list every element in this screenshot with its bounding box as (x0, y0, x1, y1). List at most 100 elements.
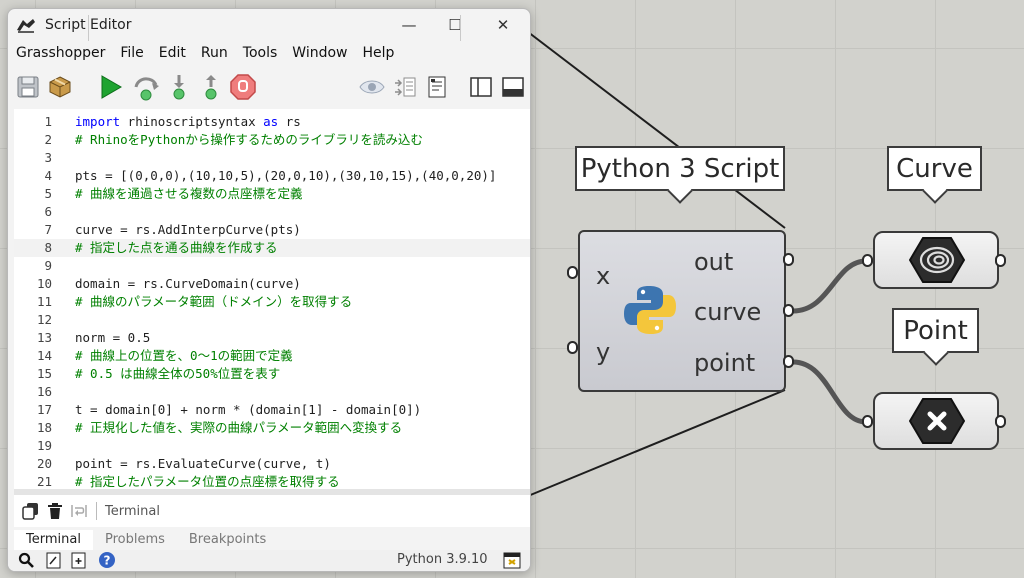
save-button[interactable] (14, 67, 42, 107)
edit-document-icon[interactable] (46, 552, 61, 569)
search-icon[interactable] (18, 552, 35, 569)
output-port-out[interactable] (783, 253, 794, 266)
run-button[interactable] (96, 67, 126, 107)
code-line[interactable]: 6 (14, 203, 530, 221)
line-number: 19 (36, 438, 52, 453)
code-editor[interactable]: 1 import rhinoscriptsyntax as rs 2 # Rhinoを… (14, 109, 530, 489)
point-param-input-port[interactable] (862, 415, 873, 428)
terminal-label: Terminal (105, 503, 160, 519)
python-script-component[interactable]: x y out curve point (578, 230, 786, 392)
code-line[interactable]: 20 point = rs.EvaluateCurve(curve, t) (14, 455, 530, 473)
code-comment: # 曲線を通過させる複数の点座標を定義 (75, 186, 303, 201)
output-port-curve[interactable] (783, 304, 794, 317)
layout-grid-icon[interactable] (503, 552, 521, 569)
trash-icon[interactable] (46, 502, 64, 520)
script-balloon: Python 3 Script (575, 146, 785, 204)
code-text: # 曲線を通過させる複数の点座標を定義 (75, 185, 303, 203)
code-text: import rhinoscriptsyntax as rs (75, 113, 301, 131)
curve-param[interactable] (873, 231, 999, 289)
line-number: 3 (44, 150, 52, 165)
menu-file[interactable]: File (112, 43, 150, 65)
toggle-bottom-panel-button[interactable] (498, 67, 528, 107)
tab-problems[interactable]: Problems (93, 530, 177, 550)
code-comment: # RhinoをPythonから操作するためのライブラリを読み込む (75, 132, 423, 147)
code-line[interactable]: 7 curve = rs.AddInterpCurve(pts) (14, 221, 530, 239)
code-comment: # 正規化した値を、実際の曲線パラメータ範囲へ変換する (75, 420, 403, 435)
code-statement: domain = rs.CurveDomain(curve) (75, 276, 301, 291)
menu-help[interactable]: Help (354, 43, 401, 65)
code-line[interactable]: 8 # 指定した点を通る曲線を作成する (14, 239, 530, 257)
code-line[interactable]: 11 # 曲線のパラメータ範囲（ドメイン）を取得する (14, 293, 530, 311)
package-button[interactable] (46, 67, 74, 107)
code-line[interactable]: 17 t = domain[0] + norm * (domain[1] - do… (14, 401, 530, 419)
input-label-y: y (596, 338, 611, 366)
close-icon: ✕ (496, 16, 510, 34)
toggle-left-panel-button[interactable] (466, 67, 496, 107)
curve-balloon-label: Curve (896, 153, 973, 184)
document-icon (428, 76, 446, 98)
code-keyword: import (75, 114, 121, 129)
code-line[interactable]: 1 import rhinoscriptsyntax as rs (14, 113, 530, 131)
code-line[interactable]: 19 (14, 437, 530, 455)
wire-point[interactable] (792, 359, 867, 425)
code-line[interactable]: 10 domain = rs.CurveDomain(curve) (14, 275, 530, 293)
code-text: # 曲線のパラメータ範囲（ドメイン）を取得する (75, 293, 352, 311)
help-icon[interactable]: ? (98, 551, 116, 569)
code-line[interactable]: 18 # 正規化した値を、実際の曲線パラメータ範囲へ変換する (14, 419, 530, 437)
close-button[interactable]: ✕ (480, 9, 526, 41)
title-bar[interactable]: Script Editor — ☐ ✕ (8, 9, 530, 41)
menu-window[interactable]: Window (284, 43, 354, 65)
step-out-button[interactable] (196, 67, 226, 107)
menu-edit[interactable]: Edit (151, 43, 193, 65)
input-port-y[interactable] (567, 341, 578, 354)
step-over-button[interactable] (130, 67, 162, 107)
minimize-icon: — (401, 16, 417, 34)
line-number: 9 (44, 258, 52, 273)
copy-icon[interactable] (22, 502, 40, 520)
code-line[interactable]: 14 # 曲線上の位置を、0～1の範囲で定義 (14, 347, 530, 365)
step-out-icon (205, 75, 217, 100)
menu-tools[interactable]: Tools (235, 43, 285, 65)
code-line[interactable]: 5 # 曲線を通過させる複数の点座標を定義 (14, 185, 530, 203)
python-logo-icon (624, 286, 676, 334)
code-comment: # 曲線のパラメータ範囲（ドメイン）を取得する (75, 294, 353, 309)
preview-button[interactable] (356, 67, 388, 107)
output-port-point[interactable] (783, 355, 794, 368)
line-number: 5 (44, 186, 52, 201)
tab-breakpoints[interactable]: Breakpoints (177, 530, 278, 550)
code-line[interactable]: 2 # RhinoをPythonから操作するためのライブラリを読み込む (14, 131, 530, 149)
input-port-x[interactable] (567, 266, 578, 279)
package-icon (49, 76, 71, 98)
minimize-button[interactable]: — (386, 9, 432, 41)
wire-curve[interactable] (792, 258, 867, 314)
maximize-button[interactable]: ☐ (432, 9, 478, 41)
curve-param-input-port[interactable] (862, 254, 873, 267)
code-line[interactable]: 12 (14, 311, 530, 329)
menu-run[interactable]: Run (193, 43, 235, 65)
output-label-point: point (694, 349, 756, 377)
point-param-output-port[interactable] (995, 415, 1006, 428)
menu-grasshopper[interactable]: Grasshopper (8, 43, 112, 65)
wrap-icon[interactable] (70, 502, 88, 520)
panel-left-icon (470, 77, 492, 97)
code-text: pts = [(0,0,0),(10,10,5),(20,0,10),(30,1… (75, 167, 496, 185)
point-param[interactable] (873, 392, 999, 450)
python-version: Python 3.9.10 (397, 552, 488, 567)
code-statement: curve = rs.AddInterpCurve(pts) (75, 222, 301, 237)
new-document-icon[interactable] (71, 552, 86, 569)
document-button[interactable] (422, 67, 452, 107)
code-line[interactable]: 4 pts = [(0,0,0),(10,10,5),(20,0,10),(30,… (14, 167, 530, 185)
code-line[interactable]: 15 # 0.5 は曲線全体の50%位置を表す (14, 365, 530, 383)
zoom-guide-bottom (527, 389, 786, 497)
tab-terminal[interactable]: Terminal (14, 530, 93, 550)
code-line[interactable]: 9 (14, 257, 530, 275)
stop-button[interactable] (228, 67, 258, 107)
curve-param-output-port[interactable] (995, 254, 1006, 267)
compare-button[interactable] (390, 67, 420, 107)
step-into-button[interactable] (164, 67, 194, 107)
line-number: 2 (44, 132, 52, 147)
code-statement: norm = 0.5 (75, 330, 151, 345)
code-line[interactable]: 16 (14, 383, 530, 401)
code-line[interactable]: 13 norm = 0.5 (14, 329, 530, 347)
code-line[interactable]: 3 (14, 149, 530, 167)
